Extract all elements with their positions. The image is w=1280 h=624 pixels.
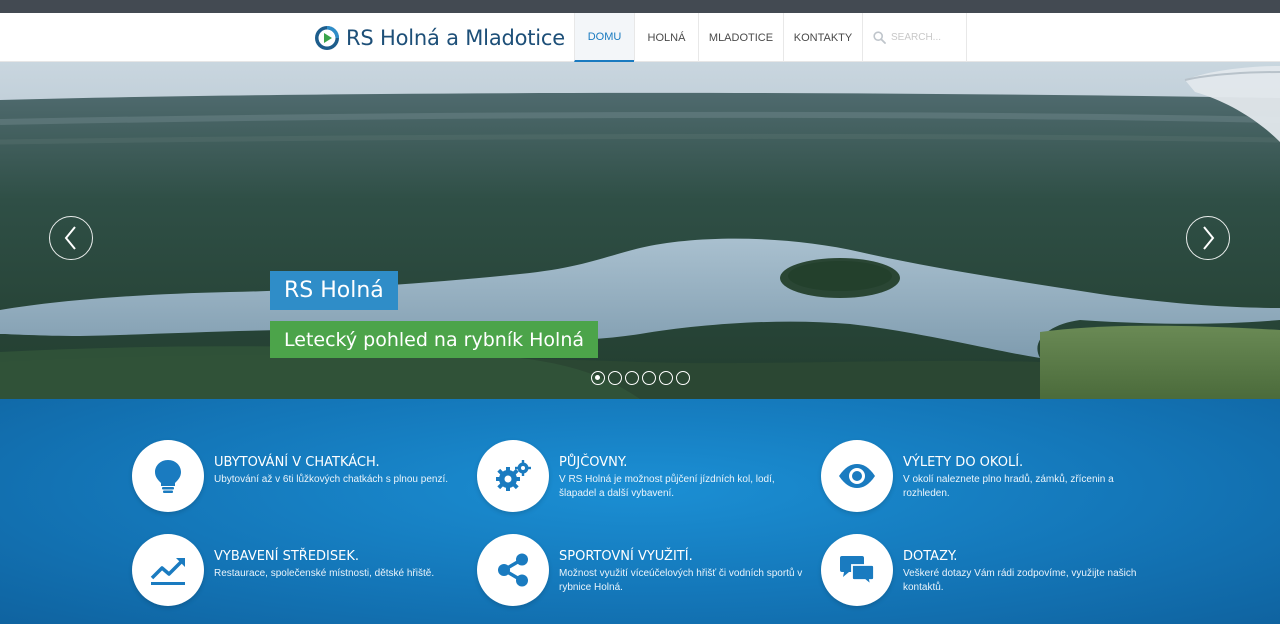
feature-icon-button[interactable] [477, 534, 549, 606]
slider-pagination [591, 371, 690, 385]
gears-icon [496, 460, 531, 491]
slider-dot-2[interactable] [608, 371, 622, 385]
logo-icon [315, 26, 339, 50]
slide-caption-subtitle: Letecký pohled na rybník Holná [270, 321, 599, 358]
slide-caption-title: RS Holná [270, 271, 398, 310]
feature-icon-button[interactable] [821, 440, 893, 512]
feature-text: Restaurace, společenské místnosti, dětsk… [214, 568, 435, 579]
feature-text: V RS Holná je možnost půjčení jízdních k… [559, 474, 775, 499]
feature-pujcovny: PŮJČOVNY. V RS Holná je možnost půjčení … [477, 440, 797, 520]
site-logo[interactable]: RS Holná a Mladotice [314, 23, 565, 53]
feature-vybaveni: VYBAVENÍ STŘEDISEK. Restaurace, společen… [132, 534, 452, 614]
feature-icon-button[interactable] [132, 534, 204, 606]
feature-title[interactable]: VÝLETY DO OKOLÍ. [903, 455, 1023, 470]
feature-text: Možnost využití víceúčelových hřišť či v… [559, 568, 803, 593]
feature-icon-button[interactable] [821, 534, 893, 606]
nav-item-holna[interactable]: HOLNÁ [634, 13, 698, 62]
search-icon [873, 31, 886, 44]
feature-title[interactable]: DOTAZY. [903, 549, 957, 564]
slider-next-button[interactable] [1186, 216, 1230, 260]
slider-dot-5[interactable] [659, 371, 673, 385]
feature-title[interactable]: VYBAVENÍ STŘEDISEK. [214, 549, 359, 564]
feature-sport: SPORTOVNÍ VYUŽITÍ. Možnost využití víceú… [477, 534, 802, 614]
share-icon [498, 553, 528, 587]
hero-slider: RS Holná Letecký pohled na rybník Holná [0, 62, 1280, 399]
top-bar [0, 0, 1280, 13]
feature-dotazy: DOTAZY. Veškeré dotazy Vám rádi zodpovím… [821, 534, 1141, 614]
slider-dot-1[interactable] [591, 371, 605, 385]
feature-text: V okolí naleznete plno hradů, zámků, zří… [903, 474, 1114, 499]
feature-text: Veškeré dotazy Vám rádi zodpovíme, využi… [903, 568, 1137, 593]
chat-bubbles-icon [840, 556, 875, 588]
slider-prev-button[interactable] [49, 216, 93, 260]
feature-text: Ubytování až v 6ti lůžkových chatkách s … [214, 474, 449, 485]
nav-item-kontakty[interactable]: KONTAKTY [783, 13, 862, 62]
feature-icon-button[interactable] [132, 440, 204, 512]
search-box [862, 13, 967, 62]
slider-dot-3[interactable] [625, 371, 639, 385]
hero-image [0, 62, 1280, 399]
feature-title[interactable]: SPORTOVNÍ VYUŽITÍ. [559, 549, 693, 564]
site-header: RS Holná a Mladotice DOMU HOLNÁ MLADOTIC… [0, 13, 1280, 62]
nav-item-mladotice[interactable]: MLADOTICE [698, 13, 783, 62]
feature-title[interactable]: UBYTOVÁNÍ V CHATKÁCH. [214, 455, 380, 470]
logo-text: RS Holná a Mladotice [346, 26, 566, 50]
chevron-right-icon [1203, 226, 1215, 250]
feature-vylety: VÝLETY DO OKOLÍ. V okolí naleznete plno … [821, 440, 1141, 520]
search-input[interactable] [891, 32, 967, 43]
features-section: UBYTOVÁNÍ V CHATKÁCH. Ubytování až v 6ti… [0, 399, 1280, 624]
feature-title[interactable]: PŮJČOVNY. [559, 455, 627, 470]
feature-icon-button[interactable] [477, 440, 549, 512]
chevron-left-icon [64, 226, 76, 250]
trend-chart-icon [150, 558, 185, 585]
feature-ubytovani: UBYTOVÁNÍ V CHATKÁCH. Ubytování až v 6ti… [132, 440, 452, 520]
slider-dot-6[interactable] [676, 371, 690, 385]
lightbulb-icon [155, 460, 181, 493]
slider-dot-4[interactable] [642, 371, 656, 385]
nav-item-domu[interactable]: DOMU [574, 13, 634, 62]
eye-icon [839, 464, 875, 488]
main-nav: DOMU HOLNÁ MLADOTICE KONTAKTY [574, 13, 967, 62]
